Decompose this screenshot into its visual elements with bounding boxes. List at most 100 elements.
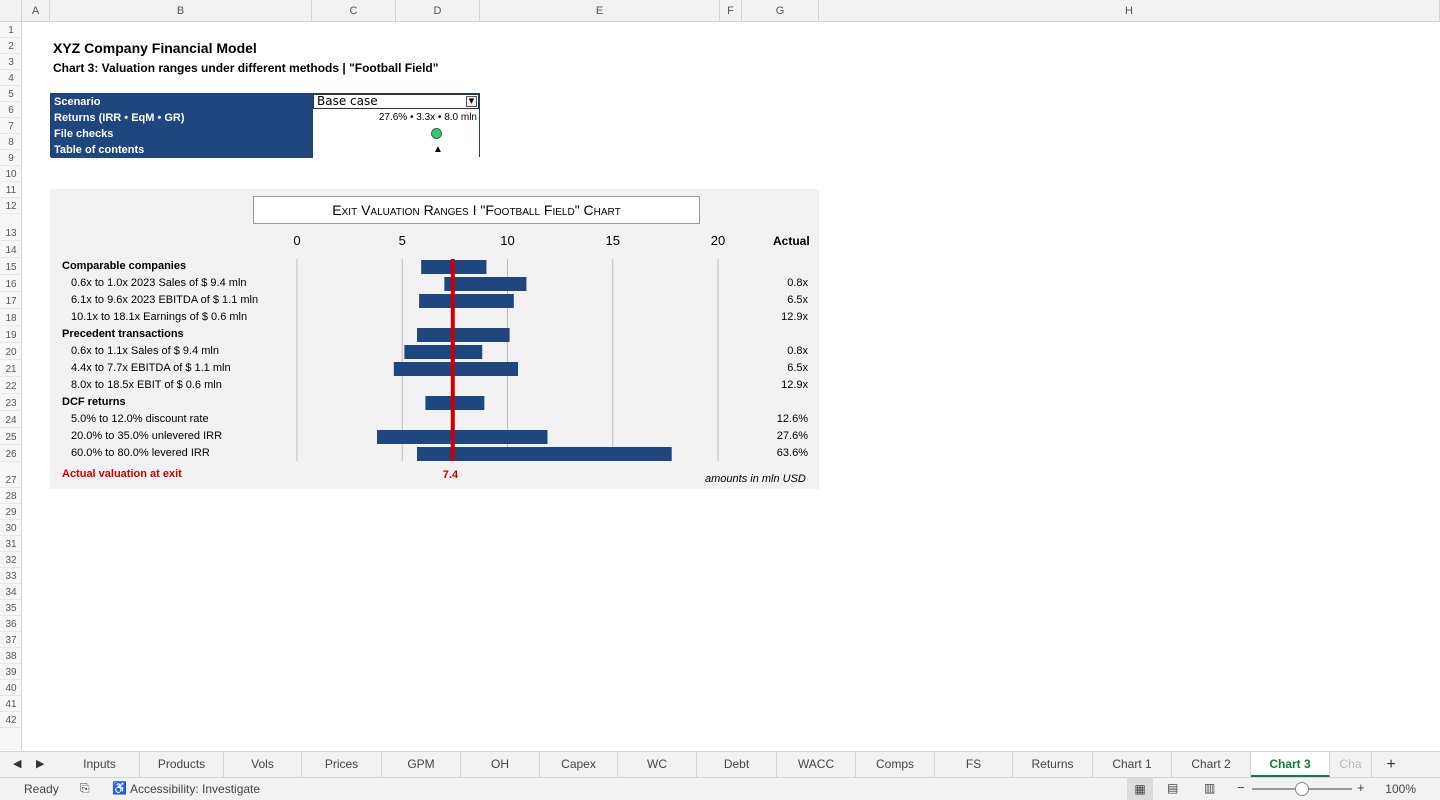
sheet-tab-vols[interactable]: Vols [224, 752, 302, 777]
next-sheet-icon[interactable]: ▶ [36, 757, 44, 770]
prev-sheet-icon[interactable]: ◀ [13, 757, 21, 770]
column-header-h[interactable]: H [819, 0, 1440, 22]
chevron-down-icon[interactable]: ▼ [466, 96, 477, 107]
row-header-34[interactable]: 34 [0, 584, 21, 600]
x-tick-label: 5 [399, 233, 406, 248]
column-header-f[interactable]: F [720, 0, 742, 22]
accessibility-status[interactable]: Accessibility: Investigate [130, 782, 260, 796]
spreadsheet-window: ABCDEFGH 1 2 3 4 5 6 7 8 9 10 11 12 13 14 15 16 17 18 19 20… [0, 0, 1440, 800]
sheet-tab-comps[interactable]: Comps [856, 752, 935, 777]
x-tick-label: 15 [606, 233, 620, 248]
row-header-17[interactable]: 17 [0, 292, 21, 309]
sheet-tab-fs[interactable]: FS [935, 752, 1013, 777]
row-header-1[interactable]: 1 [0, 22, 21, 38]
macro-icon[interactable]: ⎘ [80, 781, 90, 796]
column-header-b[interactable]: B [50, 0, 312, 22]
valuation-range-bar [444, 277, 527, 291]
page-break-icon[interactable]: ▥ [1204, 781, 1215, 795]
normal-view-icon[interactable]: ▦ [1127, 778, 1153, 800]
select-all-corner[interactable] [0, 0, 22, 22]
column-header-g[interactable]: G [742, 0, 819, 22]
row-header-42[interactable]: 42 [0, 712, 21, 728]
sheet-tab-chart-3[interactable]: Chart 3 [1251, 752, 1330, 777]
sheet-tab-prices[interactable]: Prices [302, 752, 382, 777]
row-header-36[interactable]: 36 [0, 616, 21, 632]
actual-valuation-label: Actual valuation at exit [62, 468, 182, 480]
column-header-a[interactable]: A [22, 0, 50, 22]
row-header-41[interactable]: 41 [0, 696, 21, 712]
row-header-33[interactable]: 33 [0, 568, 21, 584]
actual-multiple: 12.9x [781, 379, 808, 391]
row-header-23[interactable]: 23 [0, 394, 21, 411]
row-header-28[interactable]: 28 [0, 488, 21, 504]
sheet-tab-debt[interactable]: Debt [697, 752, 777, 777]
sheet-tab-gpm[interactable]: GPM [382, 752, 461, 777]
row-header-24[interactable]: 24 [0, 411, 21, 428]
column-header-d[interactable]: D [396, 0, 480, 22]
sheet-tab-oh[interactable]: OH [461, 752, 540, 777]
row-header-3[interactable]: 3 [0, 54, 21, 70]
row-header-13[interactable]: 13 [0, 214, 21, 241]
row-header-37[interactable]: 37 [0, 632, 21, 648]
row-header-21[interactable]: 21 [0, 360, 21, 377]
actual-column-header: Actual [773, 234, 810, 248]
sheet-tab-products[interactable]: Products [140, 752, 224, 777]
row-header-27[interactable]: 27 [0, 462, 21, 488]
valuation-range-bar [393, 362, 519, 376]
row-header-8[interactable]: 8 [0, 134, 21, 150]
valuation-range-bar [404, 345, 483, 359]
sheet-tab-chart-1[interactable]: Chart 1 [1093, 752, 1172, 777]
row-header-11[interactable]: 11 [0, 182, 21, 198]
row-header-9[interactable]: 9 [0, 150, 21, 166]
toc-up-icon[interactable]: ▲ [433, 142, 443, 158]
row-header-19[interactable]: 19 [0, 326, 21, 343]
row-header-25[interactable]: 25 [0, 428, 21, 445]
page-title: XYZ Company Financial Model [53, 40, 257, 56]
column-header-c[interactable]: C [312, 0, 396, 22]
zoom-slider[interactable] [1252, 782, 1352, 796]
sheet-tab-chart-2[interactable]: Chart 2 [1172, 752, 1251, 777]
add-sheet-button[interactable]: + [1380, 752, 1402, 777]
sheet-tab-cha[interactable]: Cha [1330, 752, 1372, 777]
row-header-30[interactable]: 30 [0, 520, 21, 536]
zoom-out-icon[interactable]: − [1237, 780, 1245, 795]
row-header-29[interactable]: 29 [0, 504, 21, 520]
sheet-tab-returns[interactable]: Returns [1013, 752, 1093, 777]
zoom-level[interactable]: 100% [1385, 782, 1416, 796]
row-header-7[interactable]: 7 [0, 118, 21, 134]
row-header-15[interactable]: 15 [0, 258, 21, 275]
row-header-32[interactable]: 32 [0, 552, 21, 568]
sheet-tab-wc[interactable]: WC [618, 752, 697, 777]
row-header-2[interactable]: 2 [0, 38, 21, 54]
row-header-35[interactable]: 35 [0, 600, 21, 616]
zoom-in-icon[interactable]: + [1357, 780, 1365, 795]
row-header-38[interactable]: 38 [0, 648, 21, 664]
row-header-14[interactable]: 14 [0, 241, 21, 258]
row-header-18[interactable]: 18 [0, 309, 21, 326]
table-of-contents-cell[interactable]: ▲ [313, 142, 479, 158]
column-header-e[interactable]: E [480, 0, 720, 22]
row-header-40[interactable]: 40 [0, 680, 21, 696]
accessibility-icon[interactable]: ♿ [112, 781, 127, 795]
row-header-5[interactable]: 5 [0, 86, 21, 102]
row-header-39[interactable]: 39 [0, 664, 21, 680]
actual-multiple: 6.5x [787, 294, 808, 306]
row-header-4[interactable]: 4 [0, 70, 21, 86]
scenario-dropdown[interactable]: Base case ▼ [313, 94, 479, 109]
row-header-26[interactable]: 26 [0, 445, 21, 462]
zoom-slider-handle[interactable] [1295, 782, 1309, 796]
sheet-tab-wacc[interactable]: WACC [777, 752, 856, 777]
row-header-20[interactable]: 20 [0, 343, 21, 360]
row-header-31[interactable]: 31 [0, 536, 21, 552]
row-header-6[interactable]: 6 [0, 102, 21, 118]
row-header-12[interactable]: 12 [0, 198, 21, 214]
actual-multiple: 6.5x [787, 362, 808, 374]
row-header-10[interactable]: 10 [0, 166, 21, 182]
row-header-22[interactable]: 22 [0, 377, 21, 394]
returns-label: Returns (IRR • EqM • GR) [51, 110, 313, 126]
sheet-tab-capex[interactable]: Capex [540, 752, 618, 777]
row-header-16[interactable]: 16 [0, 275, 21, 292]
page-layout-icon[interactable]: ▤ [1167, 781, 1178, 795]
x-tick-label: 10 [500, 233, 514, 248]
sheet-tab-inputs[interactable]: Inputs [60, 752, 140, 777]
